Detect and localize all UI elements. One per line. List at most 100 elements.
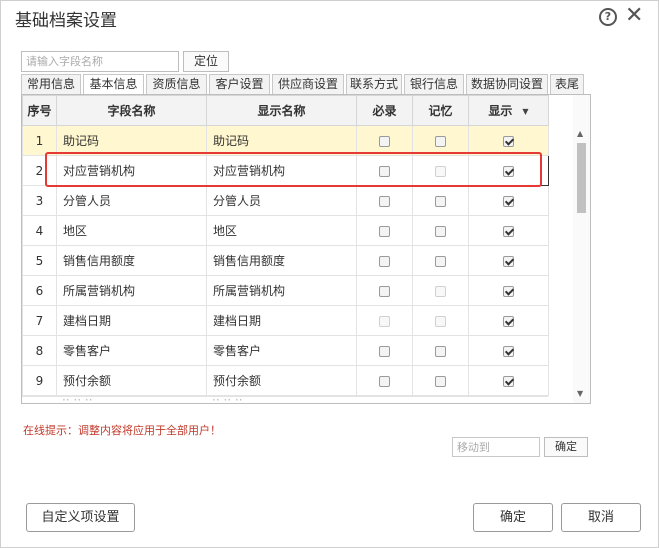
memory-cell [412, 245, 469, 276]
scroll-down-icon[interactable]: ▼ [577, 389, 583, 398]
memory-checkbox[interactable] [435, 225, 446, 237]
field-name-cell[interactable]: 地区 [56, 215, 207, 246]
memory-cell [412, 365, 469, 396]
show-checkbox[interactable] [503, 375, 514, 387]
display-name-cell[interactable]: 建档日期 [206, 305, 357, 336]
memory-checkbox [435, 315, 446, 327]
column-header-show-label: 显示 [488, 104, 513, 118]
memory-cell [412, 335, 469, 366]
cancel-button[interactable]: 取消 [561, 503, 641, 532]
display-name-cell[interactable]: 对应营销机构 [206, 155, 357, 186]
table-row[interactable]: 5 销售信用额度 销售信用额度 [22, 245, 549, 276]
vertical-scrollbar[interactable]: ▲ ▼ [573, 95, 590, 403]
custom-items-button[interactable]: 自定义项设置 [26, 503, 135, 532]
required-checkbox[interactable] [379, 225, 390, 237]
required-checkbox[interactable] [379, 255, 390, 267]
locate-button[interactable]: 定位 [183, 51, 229, 72]
display-name-cell[interactable]: 所属营销机构 [206, 275, 357, 306]
required-checkbox [379, 315, 390, 327]
memory-checkbox[interactable] [435, 345, 446, 357]
ok-button[interactable]: 确定 [473, 503, 553, 532]
required-cell [356, 305, 413, 336]
field-name-cell[interactable]: 销售信用额度 [56, 245, 207, 276]
tab-contact[interactable]: 联系方式 [346, 74, 402, 95]
display-name-cell[interactable]: 销售信用额度 [206, 245, 357, 276]
required-checkbox[interactable] [379, 375, 390, 387]
tab-customer-settings[interactable]: 客户设置 [209, 74, 270, 95]
title-bar: 基础档案设置 ? ✕ [1, 1, 658, 33]
required-cell [356, 335, 413, 366]
table-row[interactable]: 1 助记码 助记码 [22, 125, 549, 156]
row-number: 8 [22, 335, 57, 366]
table-row[interactable]: 7 建档日期 建档日期 [22, 305, 549, 336]
close-icon[interactable]: ✕ [625, 4, 643, 28]
tab-supplier-settings[interactable]: 供应商设置 [272, 74, 344, 95]
show-checkbox[interactable] [503, 345, 514, 357]
required-checkbox[interactable] [379, 195, 390, 207]
scroll-up-icon[interactable]: ▲ [577, 129, 583, 138]
table-row[interactable]: 9 预付余额 预付余额 [22, 365, 549, 396]
required-checkbox[interactable] [379, 135, 390, 147]
memory-checkbox[interactable] [435, 195, 446, 207]
tab-common-info[interactable]: 常用信息 [21, 74, 81, 95]
scrollbar-thumb[interactable] [577, 143, 586, 213]
table-row[interactable]: 6 所属营销机构 所属营销机构 [22, 275, 549, 306]
display-name-cell[interactable]: 分管人员 [206, 185, 357, 216]
field-name-cell[interactable]: 对应营销机构 [56, 155, 207, 186]
field-name-cell[interactable]: 建档日期 [56, 305, 207, 336]
column-header-show[interactable]: 显示 ▼ [468, 95, 549, 126]
table-row[interactable]: 4 地区 地区 [22, 215, 549, 246]
table-row[interactable]: 2 对应营销机构 对应营销机构 [22, 155, 549, 186]
help-icon[interactable]: ? [599, 8, 617, 26]
display-name-cell[interactable]: 零售客户 [206, 335, 357, 366]
required-cell [356, 365, 413, 396]
show-checkbox[interactable] [503, 165, 514, 177]
field-name-cell[interactable]: 分管人员 [56, 185, 207, 216]
memory-cell [412, 275, 469, 306]
display-name-cell[interactable]: 预付余额 [206, 365, 357, 396]
show-checkbox[interactable] [503, 225, 514, 237]
column-header-no: 序号 [22, 95, 57, 126]
column-header-required[interactable]: 必录 [356, 95, 413, 126]
row-number: 5 [22, 245, 57, 276]
show-checkbox[interactable] [503, 135, 514, 147]
table-row[interactable]: 8 零售客户 零售客户 [22, 335, 549, 366]
show-checkbox[interactable] [503, 315, 514, 327]
field-name-cell[interactable]: 预付余额 [56, 365, 207, 396]
field-search-input[interactable] [21, 51, 179, 72]
required-checkbox[interactable] [379, 345, 390, 357]
required-checkbox[interactable] [379, 165, 390, 177]
move-confirm-button[interactable]: 确定 [544, 437, 588, 457]
column-header-memory[interactable]: 记忆 [412, 95, 469, 126]
dropdown-arrow-icon[interactable]: ▼ [522, 107, 528, 116]
display-name-cell[interactable]: 助记码 [206, 125, 357, 156]
field-name-cell[interactable]: 所属营销机构 [56, 275, 207, 306]
tab-footer[interactable]: 表尾 [550, 74, 584, 95]
field-name-cell[interactable]: 助记码 [56, 125, 207, 156]
row-number: 2 [22, 155, 57, 186]
show-checkbox[interactable] [503, 285, 514, 297]
dialog: 基础档案设置 ? ✕ 定位 常用信息 基本信息 资质信息 客户设置 供应商设置 … [0, 0, 659, 548]
tab-basic-info[interactable]: 基本信息 [83, 74, 144, 95]
memory-checkbox[interactable] [435, 135, 446, 147]
table-row[interactable]: 3 分管人员 分管人员 [22, 185, 549, 216]
tab-bar: 常用信息 基本信息 资质信息 客户设置 供应商设置 联系方式 银行信息 数据协同… [21, 74, 586, 95]
show-checkbox[interactable] [503, 195, 514, 207]
memory-checkbox[interactable] [435, 255, 446, 267]
required-checkbox[interactable] [379, 285, 390, 297]
display-name-cell[interactable]: 地区 [206, 215, 357, 246]
tab-bank-info[interactable]: 银行信息 [404, 74, 464, 95]
required-cell [356, 185, 413, 216]
tab-data-sync-settings[interactable]: 数据协同设置 [466, 74, 548, 95]
move-to-input[interactable] [452, 437, 540, 457]
column-header-display-name[interactable]: 显示名称 [206, 95, 357, 126]
show-checkbox[interactable] [503, 255, 514, 267]
column-header-field-name[interactable]: 字段名称 [56, 95, 207, 126]
memory-cell [412, 215, 469, 246]
memory-cell [412, 185, 469, 216]
memory-checkbox[interactable] [435, 375, 446, 387]
required-cell [356, 275, 413, 306]
online-hint: 在线提示：调整内容将应用于全部用户！ [23, 424, 221, 437]
tab-qualification-info[interactable]: 资质信息 [146, 74, 207, 95]
field-name-cell[interactable]: 零售客户 [56, 335, 207, 366]
